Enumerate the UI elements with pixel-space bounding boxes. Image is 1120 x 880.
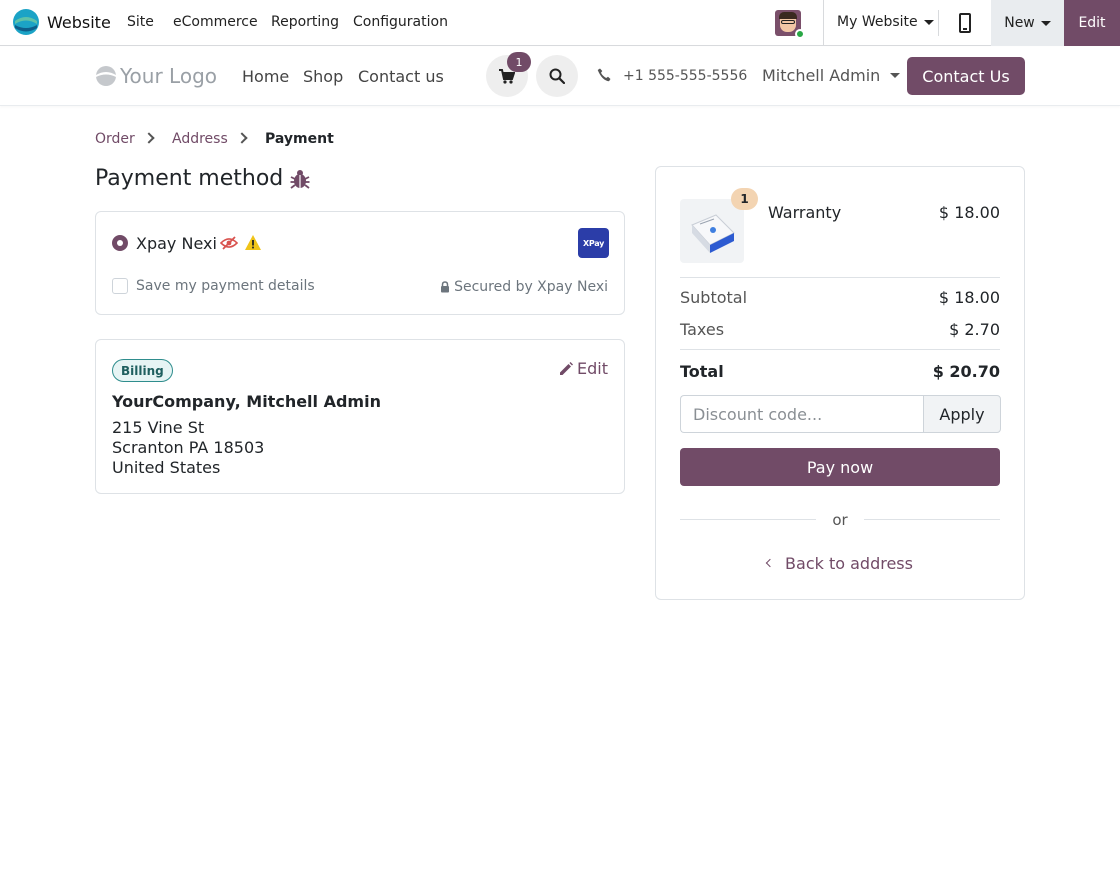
secured-by-text: Secured by Xpay Nexi [454, 279, 608, 295]
avatar-glasses [781, 20, 795, 24]
menu-ecommerce[interactable]: eCommerce [173, 14, 258, 30]
menu-configuration[interactable]: Configuration [353, 14, 448, 30]
quantity-badge: 1 [731, 188, 758, 210]
taxes-label: Taxes [680, 320, 725, 339]
pay-now-label: Pay now [806, 457, 874, 477]
subtotal-value: $ 18.00 [938, 288, 1000, 307]
edit-button[interactable]: Edit [1064, 0, 1120, 46]
logo-icon [96, 66, 116, 86]
taxes-value: $ 2.70 [949, 320, 1000, 339]
site-header: Your Logo Home Shop Contact us 1 +1 555-… [0, 47, 1120, 106]
app-name: Website [47, 12, 111, 32]
app-brand[interactable]: Website [13, 9, 111, 35]
apply-label: Apply [939, 404, 985, 424]
phone-number[interactable]: +1 555-555-5556 [623, 68, 747, 84]
nav-home[interactable]: Home [242, 67, 289, 86]
billing-name: YourCompany, Mitchell Admin [112, 392, 381, 411]
payment-method-card: Xpay Nexi XPay Save my payment details S… [95, 211, 625, 315]
page-title-text: Payment method [95, 166, 284, 191]
page-title: Payment method [95, 166, 311, 191]
warning-icon [245, 235, 261, 250]
billing-country: United States [112, 458, 221, 477]
new-button[interactable]: New [991, 0, 1064, 46]
phone-icon [597, 68, 611, 82]
warranty-box-image [691, 214, 735, 253]
website-switcher[interactable]: My Website [837, 14, 934, 30]
edit-billing-label: Edit [577, 359, 608, 378]
user-menu[interactable]: Mitchell Admin [762, 66, 901, 85]
online-status-dot [795, 29, 805, 39]
payment-method-name[interactable]: Xpay Nexi [136, 234, 217, 253]
billing-city: Scranton PA 18503 [112, 438, 265, 457]
divider [680, 349, 1000, 350]
save-payment-checkbox[interactable] [112, 278, 128, 294]
avatar-hair [779, 12, 797, 19]
eye-slash-icon [220, 236, 238, 250]
payment-method-radio[interactable] [112, 235, 128, 251]
chevron-left-icon [765, 558, 775, 567]
billing-badge: Billing [112, 359, 173, 382]
back-to-address-link[interactable]: Back to address [656, 554, 1024, 573]
separator [938, 10, 939, 36]
chevron-right-icon [236, 132, 248, 144]
billing-street: 215 Vine St [112, 418, 205, 437]
apply-discount-button[interactable]: Apply [923, 395, 1001, 433]
total-label: Total [680, 362, 724, 381]
breadcrumb-payment: Payment [265, 131, 334, 147]
search-icon [549, 68, 565, 84]
total-value: $ 20.70 [932, 362, 1000, 381]
user-avatar[interactable] [775, 10, 805, 39]
cart-count-badge: 1 [507, 52, 531, 72]
product-name: Warranty [768, 203, 842, 222]
bug-icon [290, 169, 310, 189]
caret-down-icon [890, 73, 901, 78]
mobile-preview-button[interactable] [953, 0, 977, 46]
discount-code-input[interactable] [680, 395, 923, 433]
or-divider-right [864, 519, 1000, 520]
website-app-icon [13, 9, 39, 35]
pencil-icon [560, 361, 574, 375]
secured-by-note: Secured by Xpay Nexi [440, 279, 608, 295]
menu-reporting[interactable]: Reporting [271, 14, 339, 30]
caret-down-icon [923, 19, 934, 25]
contact-us-button[interactable]: Contact Us [907, 57, 1025, 95]
contact-us-label: Contact Us [922, 66, 1010, 86]
divider [680, 277, 1000, 278]
save-payment-label[interactable]: Save my payment details [136, 278, 315, 294]
site-logo[interactable]: Your Logo [95, 64, 217, 88]
lock-icon [441, 281, 450, 293]
search-button[interactable] [536, 55, 578, 97]
nav-shop[interactable]: Shop [303, 67, 343, 86]
billing-address-card: Billing Edit YourCompany, Mitchell Admin… [95, 339, 625, 494]
menu-site[interactable]: Site [127, 14, 154, 30]
subtotal-label: Subtotal [680, 288, 748, 307]
separator [823, 0, 824, 46]
nav-contact-us[interactable]: Contact us [358, 67, 444, 86]
product-image [680, 199, 744, 263]
chevron-right-icon [143, 132, 155, 144]
breadcrumb-address[interactable]: Address [172, 131, 228, 147]
edit-billing-link[interactable]: Edit [559, 359, 608, 378]
or-label: or [832, 511, 848, 529]
logo-text: Your Logo [120, 64, 218, 88]
order-summary-card: 1 Warranty $ 18.00 Subtotal $ 18.00 Taxe… [655, 166, 1025, 600]
xpay-logo: XPay [578, 228, 609, 258]
user-name: Mitchell Admin [762, 66, 881, 85]
caret-down-icon [1040, 20, 1051, 26]
website-switcher-label: My Website [837, 14, 918, 30]
admin-navbar: Website Site eCommerce Reporting Configu… [0, 0, 1120, 46]
new-button-label: New [1004, 15, 1035, 31]
back-to-address-label: Back to address [785, 554, 913, 573]
product-price: $ 18.00 [938, 203, 1000, 222]
pay-now-button[interactable]: Pay now [680, 448, 1000, 486]
edit-button-label: Edit [1078, 15, 1106, 31]
mobile-icon [959, 13, 971, 33]
breadcrumb-order[interactable]: Order [95, 131, 135, 147]
